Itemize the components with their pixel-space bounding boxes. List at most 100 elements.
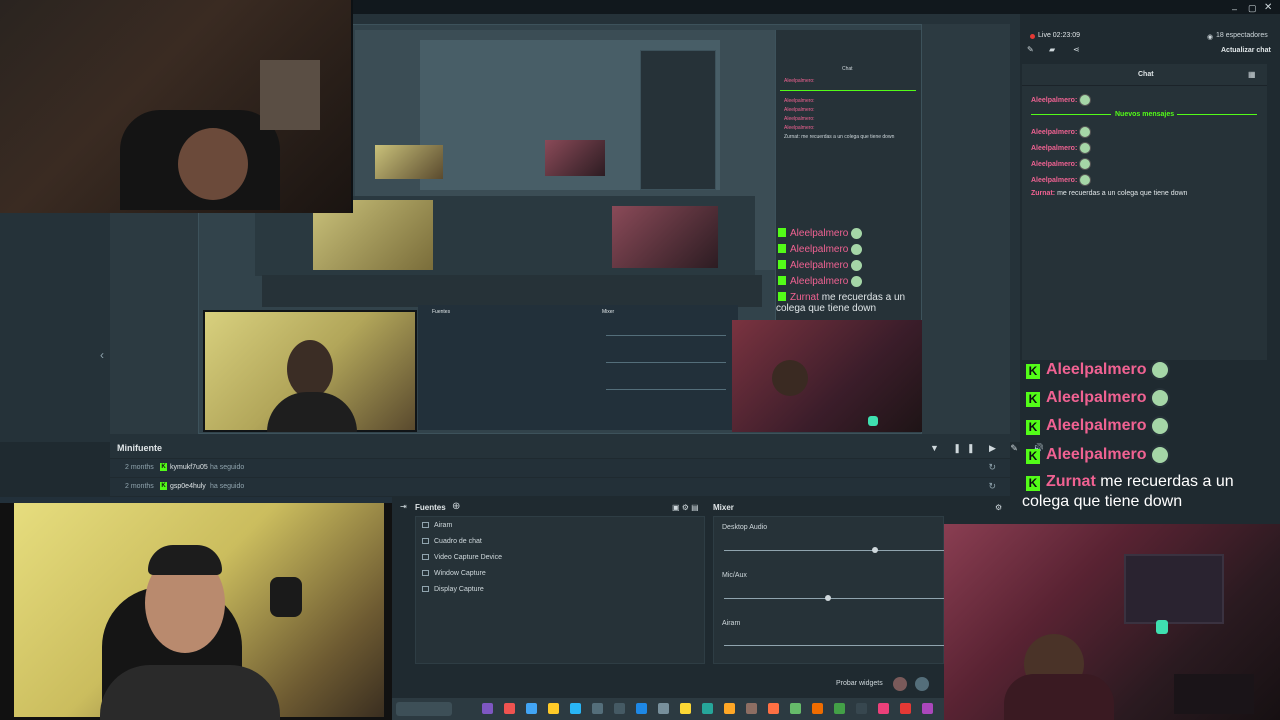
overlay-chat-line: K Aleelpalmero (1022, 388, 1171, 408)
source-item[interactable]: Cuadro de chat (422, 538, 482, 545)
app-icon[interactable] (768, 703, 779, 714)
gear-icon[interactable]: ⚙ (995, 503, 1002, 512)
minifeed-header (110, 440, 1010, 458)
room-camera-mid (732, 320, 922, 432)
source-item[interactable]: Video Capture Device (422, 554, 502, 561)
overlay-chat-line: K Zurnat me recuerdas a un (1022, 473, 1234, 491)
chat-message: Aleelpalmero: (1031, 174, 1092, 186)
app-icon[interactable] (790, 703, 801, 714)
emote-icon (1079, 142, 1092, 154)
minifeed-row: 2 months K kymukf7u05 ha seguido ↻ (110, 459, 1010, 477)
source-item[interactable]: Airam (422, 522, 452, 529)
overlay-chat-line: Zurnat me recuerdas a un (778, 292, 905, 303)
mixer-channel-label: Desktop Audio (722, 524, 768, 531)
overlay-chat-line: K Aleelpalmero (1022, 360, 1171, 380)
share-icon[interactable]: ⋖ (1073, 45, 1080, 54)
folder-icon[interactable] (548, 703, 559, 714)
mixer-settings-icons[interactable]: ▣ ⚙ ▤ (672, 503, 699, 512)
chat-message: Aleelpalmero: (1031, 142, 1092, 154)
emote-icon (1150, 416, 1171, 436)
nested-chat-thumb (640, 50, 716, 190)
mixer-channel-label: Airam (722, 620, 741, 627)
emote-icon (1079, 126, 1092, 138)
minimize-icon[interactable]: – (1232, 4, 1237, 14)
chat-title: Chat (1138, 71, 1154, 78)
app-icon[interactable] (658, 703, 669, 714)
mixer-panel: Desktop Audio Mic/Aux Airam (713, 516, 946, 664)
source-icon (422, 522, 429, 529)
app-icon[interactable] (636, 703, 647, 714)
taskbar-search[interactable] (396, 702, 452, 716)
room-camera-bottomright (944, 524, 1280, 720)
app-icon[interactable] (900, 703, 911, 714)
nested-minifeed (262, 275, 762, 307)
new-messages-divider: Nuevos mensajes (1031, 111, 1257, 118)
mixer-slider[interactable] (724, 598, 946, 599)
minifeed-row: 2 months K gsp0e4huly ha seguido ↻ (110, 478, 1010, 496)
chat-settings-icon[interactable]: ▦ (1248, 70, 1256, 79)
row-action: ha seguido (210, 464, 245, 471)
overlay-chat-line: Aleelpalmero (778, 276, 863, 287)
app-icon[interactable] (834, 703, 845, 714)
live-indicator-icon (1030, 34, 1035, 39)
main-webcam (0, 497, 392, 720)
kick-icon: K (1026, 392, 1040, 408)
test-widgets-button[interactable]: Probar widgets (836, 680, 883, 687)
center-webcam (203, 310, 417, 432)
mixer-slider-knob[interactable] (825, 595, 832, 601)
room-camera-thumbnail (612, 206, 718, 268)
source-item[interactable]: Display Capture (422, 586, 484, 593)
source-item[interactable]: Window Capture (422, 570, 486, 577)
kick-icon: K (1026, 449, 1040, 465)
kick-icon: K (1026, 420, 1040, 436)
emote-icon (1079, 158, 1092, 170)
row-user: gsp0e4huly (170, 483, 206, 490)
replay-button[interactable] (915, 677, 929, 691)
mixer-slider-knob[interactable] (871, 547, 878, 553)
app-icon[interactable] (702, 703, 713, 714)
add-source-icon[interactable]: ⊕ (452, 501, 460, 512)
update-chat-button[interactable]: Actualizar chat (1221, 47, 1271, 54)
app-icon[interactable] (592, 703, 603, 714)
browser-icon[interactable] (504, 703, 515, 714)
app-icon[interactable] (922, 703, 933, 714)
app-icon[interactable] (680, 703, 691, 714)
minifeed-title: Minifuente (117, 443, 162, 453)
close-icon[interactable]: ✕ (1264, 2, 1272, 13)
mixer-slider[interactable] (724, 550, 946, 551)
sources-collapse-icon[interactable]: ⇥ (400, 502, 407, 511)
kick-icon: K (1026, 364, 1040, 380)
app-icon[interactable] (812, 703, 823, 714)
folder-icon[interactable]: ▰ (1049, 45, 1055, 54)
chat-message: Zurnat: me recuerdas a un colega que tie… (1031, 190, 1188, 197)
browser-icon[interactable] (526, 703, 537, 714)
repeat-icon[interactable]: ↻ (988, 481, 996, 492)
source-icon (422, 554, 429, 561)
chat-panel (1022, 64, 1267, 360)
eye-icon: ◉ (1207, 34, 1214, 41)
row-user: kymukf7u05 (170, 464, 208, 471)
app-icon[interactable] (614, 703, 625, 714)
overlay-chat-line: K Aleelpalmero (1022, 416, 1171, 436)
app-icon[interactable] (482, 703, 493, 714)
mixer-slider[interactable] (724, 645, 946, 646)
sources-panel: Airam Cuadro de chat Video Capture Devic… (415, 516, 705, 664)
left-chevron-icon[interactable]: ‹ (100, 348, 104, 362)
app-icon[interactable] (746, 703, 757, 714)
edit-icon[interactable]: ✎ (1027, 45, 1034, 54)
record-button[interactable] (893, 677, 907, 691)
app-icon[interactable] (724, 703, 735, 714)
app-icon[interactable] (878, 703, 889, 714)
kick-icon: K (1026, 476, 1040, 491)
mail-icon[interactable] (570, 703, 581, 714)
viewer-count: 18 espectadores (1216, 32, 1268, 39)
source-icon (422, 538, 429, 545)
repeat-icon[interactable]: ↻ (988, 462, 996, 473)
overlay-chat-line: Aleelpalmero (778, 244, 863, 255)
maximize-icon[interactable]: ▢ (1248, 3, 1257, 14)
emote-icon (1079, 94, 1092, 106)
source-icon (422, 570, 429, 577)
app-icon[interactable] (856, 703, 867, 714)
overlay-chat-line: Aleelpalmero (778, 260, 863, 271)
kick-icon: K (160, 482, 167, 490)
